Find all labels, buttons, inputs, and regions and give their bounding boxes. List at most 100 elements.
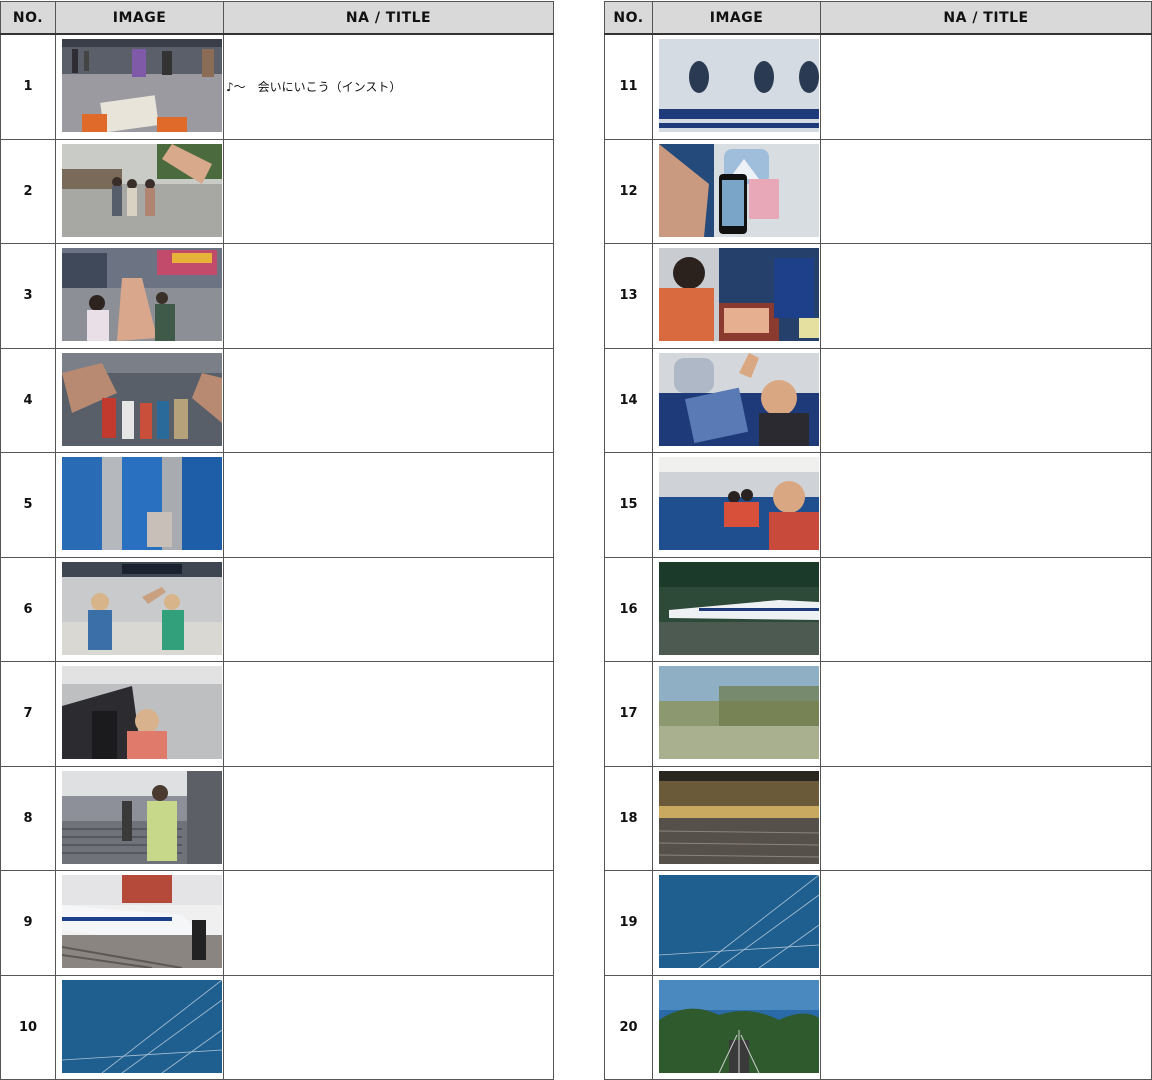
row-number: 8	[0, 765, 56, 871]
header-no: NO.	[0, 1, 56, 35]
row-number: 1	[0, 33, 56, 140]
na-title-cell	[820, 974, 1152, 1080]
row-number: 18	[604, 765, 653, 871]
row-number: 7	[0, 661, 56, 767]
na-title-cell	[223, 870, 554, 976]
image-cell	[55, 243, 224, 349]
table-row: 16	[604, 556, 1152, 662]
table-row: 15	[604, 452, 1152, 558]
image-cell	[55, 765, 224, 871]
table-row: 5	[0, 452, 554, 558]
table-row: 14	[604, 347, 1152, 453]
row-number: 2	[0, 138, 56, 244]
na-title-cell	[223, 974, 554, 1080]
table-row: 3	[0, 243, 554, 349]
scene-thumbnail	[62, 666, 222, 759]
image-cell	[652, 138, 821, 244]
na-title-cell	[820, 243, 1152, 349]
scene-thumbnail	[659, 875, 819, 968]
header-title: NA / TITLE	[223, 1, 554, 35]
scene-thumbnail	[62, 770, 222, 864]
scene-thumbnail	[659, 352, 819, 446]
row-number: 14	[604, 347, 653, 453]
scene-thumbnail	[62, 561, 222, 655]
scene-thumbnail	[62, 979, 222, 1073]
na-title-cell	[820, 556, 1152, 662]
row-number: 19	[604, 870, 653, 976]
table-row: 1 ♪～ 会いにいこう（インスト）	[0, 33, 554, 140]
storyboard-table-right: NO. IMAGE NA / TITLE 11 12 13 14 15 16 1…	[604, 1, 1152, 1080]
table-row: 12	[604, 138, 1152, 244]
na-title-cell	[820, 452, 1152, 558]
table-row: 17	[604, 661, 1152, 767]
row-number: 13	[604, 243, 653, 349]
row-number: 3	[0, 243, 56, 349]
scene-thumbnail	[659, 248, 819, 341]
scene-thumbnail	[62, 457, 222, 550]
row-number: 16	[604, 556, 653, 662]
na-title-cell	[223, 452, 554, 558]
na-title-cell	[223, 243, 554, 349]
table-row: 19	[604, 870, 1152, 976]
row-number: 9	[0, 870, 56, 976]
table-row: 10	[0, 974, 554, 1080]
scene-thumbnail	[62, 39, 222, 132]
image-cell	[55, 347, 224, 453]
na-title-cell	[820, 347, 1152, 453]
table-row: 8	[0, 765, 554, 871]
table-row: 18	[604, 765, 1152, 871]
header-image: IMAGE	[652, 1, 821, 35]
row-number: 15	[604, 452, 653, 558]
image-cell	[652, 870, 821, 976]
image-cell	[652, 347, 821, 453]
scene-thumbnail	[659, 39, 819, 132]
na-title-cell	[223, 765, 554, 871]
image-cell	[652, 243, 821, 349]
row-number: 11	[604, 33, 653, 140]
row-number: 4	[0, 347, 56, 453]
scene-thumbnail	[659, 143, 819, 237]
image-cell	[652, 765, 821, 871]
na-title-cell	[223, 661, 554, 767]
image-cell	[55, 556, 224, 662]
scene-thumbnail	[62, 352, 222, 446]
scene-thumbnail	[62, 248, 222, 341]
scene-thumbnail	[659, 666, 819, 759]
row-number: 6	[0, 556, 56, 662]
table-row: 11	[604, 33, 1152, 140]
na-title-cell	[820, 765, 1152, 871]
image-cell	[55, 33, 224, 140]
na-title-cell: ♪～ 会いにいこう（インスト）	[223, 33, 554, 140]
image-cell	[55, 138, 224, 244]
scene-thumbnail	[62, 143, 222, 237]
image-cell	[652, 661, 821, 767]
scene-thumbnail	[659, 979, 819, 1073]
image-cell	[55, 452, 224, 558]
row-number: 12	[604, 138, 653, 244]
table-row: 20	[604, 974, 1152, 1080]
image-cell	[652, 452, 821, 558]
table-row: 6	[0, 556, 554, 662]
na-title-cell	[223, 347, 554, 453]
na-title-cell	[820, 870, 1152, 976]
image-cell	[652, 556, 821, 662]
row-number: 17	[604, 661, 653, 767]
header-no: NO.	[604, 1, 653, 35]
image-cell	[652, 33, 821, 140]
table-row: 4	[0, 347, 554, 453]
header-image: IMAGE	[55, 1, 224, 35]
image-cell	[55, 870, 224, 976]
table-row: 13	[604, 243, 1152, 349]
scene-thumbnail	[659, 561, 819, 655]
table-row: 7	[0, 661, 554, 767]
na-title-cell	[223, 138, 554, 244]
table-row: 9	[0, 870, 554, 976]
row-number: 20	[604, 974, 653, 1080]
row-number: 10	[0, 974, 56, 1080]
na-title-cell	[820, 138, 1152, 244]
row-number: 5	[0, 452, 56, 558]
na-title-cell	[820, 33, 1152, 140]
image-cell	[55, 974, 224, 1080]
header-title: NA / TITLE	[820, 1, 1152, 35]
na-title-cell	[223, 556, 554, 662]
